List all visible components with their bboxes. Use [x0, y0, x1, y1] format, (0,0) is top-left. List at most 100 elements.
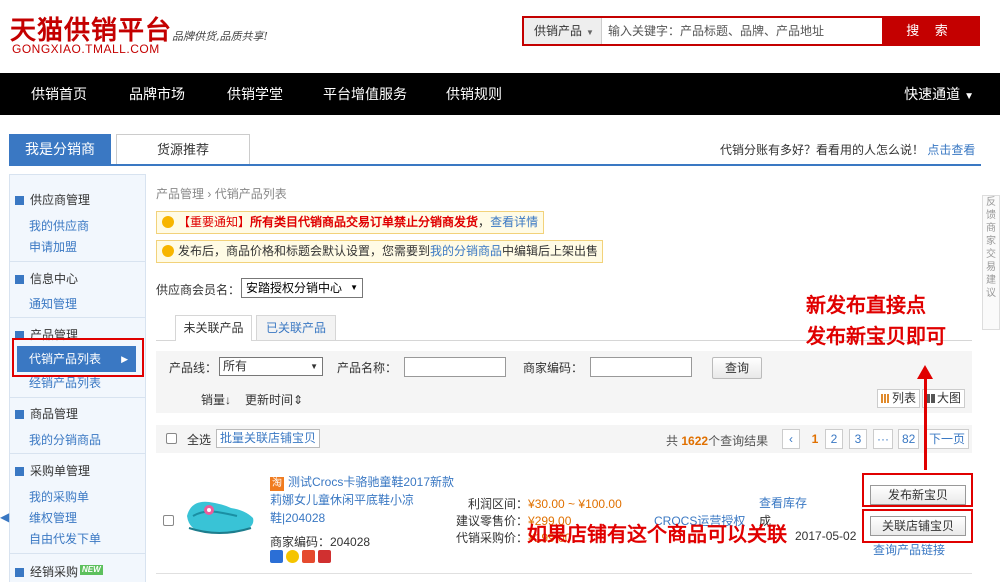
- grid-icon: [926, 394, 935, 403]
- notice-publish-info: 发布后，商品价格和标题会默认设置，您需要到我的分销商品中编辑后上架出售: [156, 240, 603, 263]
- notice-detail-link[interactable]: 查看详情: [490, 215, 538, 229]
- sidebar-group-goods[interactable]: 商品管理: [15, 405, 78, 422]
- next-page-button[interactable]: 下一页: [925, 429, 969, 449]
- sidebar-group-label: 商品管理: [30, 407, 79, 421]
- sort-by-update-time[interactable]: 更新时间⇕: [245, 391, 303, 408]
- tab-unlinked-products[interactable]: 未关联产品: [175, 315, 252, 341]
- sidebar-group-info[interactable]: 信息中心: [15, 270, 78, 287]
- annotation-text-2: 发布新宝贝即可: [806, 324, 946, 348]
- sidebar-item-apply-join[interactable]: 申请加盟: [29, 238, 77, 255]
- notice-bold: 所有类目代销商品交易订单: [250, 215, 395, 229]
- page-ellipsis[interactable]: ···: [873, 429, 893, 449]
- select-all-checkbox[interactable]: [166, 433, 177, 444]
- product-merchant-code: 商家编码：204028: [270, 535, 371, 549]
- square-icon: [15, 275, 24, 284]
- nav-item-value-services[interactable]: 平台增值服务: [323, 73, 407, 115]
- total-prefix: 共: [666, 434, 679, 448]
- sort-time-label: 更新时间: [245, 393, 294, 407]
- supplier-label: 供应商会员名：: [156, 283, 241, 297]
- bulk-link-button[interactable]: 批量关联店铺宝贝: [216, 429, 321, 448]
- sidebar-item-my-suppliers[interactable]: 我的供应商: [29, 217, 89, 234]
- annotation-arrow-line: [924, 378, 927, 470]
- product-checkbox[interactable]: [163, 515, 174, 526]
- notice-text1: 发布后，商品价格和标题会默认设置，您需要到: [178, 244, 431, 258]
- tab-supply-recommend[interactable]: 货源推荐: [116, 134, 250, 164]
- nav-item-home[interactable]: 供销首页: [31, 73, 87, 115]
- nav-item-academy[interactable]: 供销学堂: [227, 73, 283, 115]
- sidebar-item-notifications[interactable]: 通知管理: [29, 295, 77, 312]
- prev-page-button[interactable]: ‹: [782, 429, 800, 449]
- logo-slogan: 品牌供货,品质共享!: [172, 30, 268, 43]
- sidebar-item-free-dropship[interactable]: 自由代发下单: [29, 530, 101, 547]
- product-title-link[interactable]: 淘测试Crocs卡骆驰童鞋2017新款莉娜女儿童休闲平底鞋小凉鞋|204028: [270, 473, 460, 527]
- product-title: 测试Crocs卡骆驰童鞋2017新款莉娜女儿童休闲平底鞋小凉鞋|204028: [270, 475, 455, 525]
- sidebar-divider: [10, 317, 145, 318]
- nav-item-brand-market[interactable]: 品牌市场: [129, 73, 185, 115]
- page-3[interactable]: 3: [849, 429, 867, 449]
- chevron-down-icon: ▼: [586, 28, 594, 37]
- sidebar-group-label: 信息中心: [30, 272, 79, 286]
- taobao-icon: 淘: [270, 477, 284, 491]
- lightbulb-icon: [162, 245, 174, 257]
- square-icon: [15, 196, 24, 205]
- nav-quick-access[interactable]: 快速通道 ▼: [904, 73, 974, 115]
- right-panel-char: 建: [986, 275, 996, 286]
- profit-range: 利润区间：¥30.00 ~ ¥100.00: [468, 495, 622, 512]
- annotation-highlight-box: [862, 473, 973, 507]
- tab-distributor[interactable]: 我是分销商: [9, 134, 111, 164]
- sidebar-group-supplier[interactable]: 供应商管理: [15, 191, 90, 208]
- view-list-button[interactable]: 列表: [877, 389, 921, 408]
- sidebar-group-label: 供应商管理: [30, 193, 91, 207]
- sidebar-item-my-distribution-goods[interactable]: 我的分销商品: [29, 431, 101, 448]
- right-panel-char: 家: [986, 236, 996, 247]
- page-1[interactable]: 1: [806, 429, 824, 449]
- query-button[interactable]: 查询: [712, 357, 762, 379]
- chevron-down-icon: ▼: [350, 283, 358, 292]
- collapse-arrow-icon[interactable]: ◀: [0, 510, 9, 524]
- search-category-select[interactable]: 供销产品 ▼: [524, 18, 602, 44]
- merchant-code-input[interactable]: [590, 357, 692, 377]
- sidebar-divider: [10, 453, 145, 454]
- promo-question: 代销分账有多好？看看用的人怎么说！: [720, 143, 925, 157]
- supplier-select[interactable]: 安踏授权分销中心 ▼: [241, 278, 363, 298]
- query-product-link[interactable]: 查询产品链接: [873, 541, 945, 558]
- sort-sales-label: 销量: [201, 393, 226, 407]
- sort-by-sales[interactable]: 销量↓: [201, 391, 231, 408]
- search-box: 供销产品 ▼ 输入关键字：产品标题、品牌、产品地址 搜 索: [522, 16, 980, 46]
- right-feedback-panel[interactable]: 反 馈 商 家 交 易 建 议: [982, 195, 1000, 330]
- tab-linked-products[interactable]: 已关联产品: [256, 315, 336, 341]
- product-date: 2017-05-02: [795, 529, 857, 543]
- product-line-select[interactable]: 所有 ▼: [219, 357, 323, 376]
- view-stock-link[interactable]: 查看库存: [759, 494, 807, 511]
- search-category-label: 供销产品: [534, 24, 583, 38]
- product-image[interactable]: [183, 486, 257, 540]
- promo-link[interactable]: 点击查看: [927, 143, 975, 157]
- sidebar-item-my-purchase-orders[interactable]: 我的采购单: [29, 488, 89, 505]
- right-panel-char: 馈: [986, 210, 996, 221]
- annotation-arrow-head: [917, 365, 933, 379]
- sidebar-group-dealer-purchase[interactable]: 经销采购 NEW: [15, 563, 103, 580]
- select-all-label: 全选: [187, 433, 212, 447]
- page-82[interactable]: 82: [898, 429, 920, 449]
- product-name-input[interactable]: [404, 357, 506, 377]
- right-panel-char: 商: [986, 223, 996, 234]
- view-grid-button[interactable]: 大图: [922, 389, 966, 408]
- page-2[interactable]: 2: [825, 429, 843, 449]
- breadcrumb-separator: ›: [207, 187, 212, 201]
- sidebar-group-label: 采购单管理: [30, 464, 91, 478]
- sidebar-group-label: 经销采购: [30, 565, 79, 579]
- search-input[interactable]: 输入关键字：产品标题、品牌、产品地址: [604, 18, 882, 44]
- notice-prefix: 【重要通知】: [178, 215, 251, 229]
- row-divider: [156, 573, 972, 574]
- sidebar-group-purchase[interactable]: 采购单管理: [15, 462, 90, 479]
- nav-item-rules[interactable]: 供销规则: [446, 73, 502, 115]
- breadcrumb-root[interactable]: 产品管理: [156, 187, 204, 201]
- notice-comma: ，: [478, 215, 491, 229]
- search-button[interactable]: 搜 索: [882, 18, 978, 44]
- sidebar-item-rights[interactable]: 维权管理: [29, 509, 77, 526]
- breadcrumb-current: 代销产品列表: [214, 187, 287, 201]
- notice-my-goods-link[interactable]: 我的分销商品: [430, 244, 502, 258]
- retail-label: 建议零售价：: [456, 514, 529, 528]
- chevron-down-icon: ▼: [310, 362, 318, 371]
- new-badge: NEW: [80, 565, 103, 575]
